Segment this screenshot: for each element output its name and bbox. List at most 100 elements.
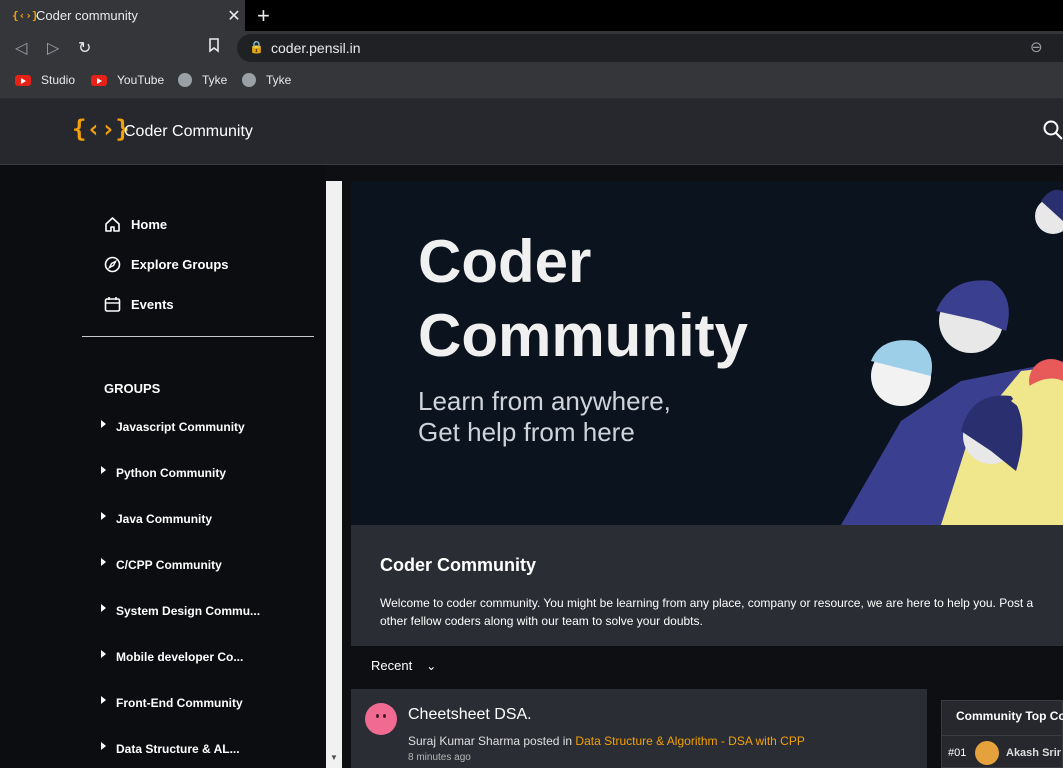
url-text: coder.pensil.in <box>271 40 361 56</box>
caret-right-icon <box>101 512 106 520</box>
bookmark-studio[interactable]: Studio <box>15 73 75 87</box>
youtube-icon <box>91 74 107 86</box>
caret-right-icon <box>101 466 106 474</box>
top-contributors-card: Community Top Co #01 Akash Srir <box>941 700 1063 768</box>
bookmark-icon[interactable] <box>208 38 220 58</box>
logo-icon[interactable]: {‹›} <box>72 115 130 143</box>
bookmark-youtube[interactable]: YouTube <box>91 73 164 87</box>
caret-right-icon <box>101 420 106 428</box>
post-card[interactable]: Cheetsheet DSA. Suraj Kumar Sharma poste… <box>351 689 927 768</box>
reload-icon[interactable]: ↻ <box>78 38 91 58</box>
sidebar-item-events[interactable]: Events <box>104 296 174 313</box>
caret-right-icon <box>101 604 106 612</box>
about-description-line: other fellow coders along with our team … <box>380 614 703 628</box>
bookmark-label: Tyke <box>266 73 292 87</box>
post-author[interactable]: Suraj Kumar Sharma <box>408 734 520 748</box>
address-bar-row: ◁ ▷ ↻ 🔒 coder.pensil.in ⊖ <box>0 31 1063 65</box>
hero-subtitle: Learn from anywhere, Get help from here <box>418 386 671 448</box>
caret-right-icon <box>101 696 106 704</box>
groups-heading: GROUPS <box>104 381 161 396</box>
contributor-name[interactable]: Akash Srir <box>1006 747 1061 759</box>
sort-dropdown[interactable]: Recent ⌄ <box>371 658 436 673</box>
forward-icon[interactable]: ▷ <box>47 38 59 58</box>
group-label: Python Community <box>116 466 226 480</box>
zoom-icon[interactable]: ⊖ <box>1030 38 1043 56</box>
home-icon <box>105 217 120 232</box>
globe-icon <box>178 73 192 87</box>
top-contributors-title: Community Top Co <box>956 709 1063 723</box>
group-label: Data Structure & AL... <box>116 742 240 756</box>
group-label: Javascript Community <box>116 420 245 434</box>
url-input[interactable]: 🔒 coder.pensil.in ⊖ <box>237 34 1063 62</box>
sidebar-item-label: Events <box>131 297 174 312</box>
divider <box>942 735 1063 736</box>
caret-right-icon <box>101 742 106 750</box>
sidebar-item-home[interactable]: Home <box>104 216 167 233</box>
tab-title: Coder community <box>36 8 138 23</box>
about-title: Coder Community <box>380 555 537 575</box>
search-icon[interactable] <box>1042 119 1063 141</box>
contributor-rank: #01 <box>948 747 967 759</box>
favicon: {‹›} <box>12 9 39 22</box>
group-item-data-structure[interactable]: Data Structure & AL... <box>101 742 240 756</box>
group-item-java[interactable]: Java Community <box>101 512 212 526</box>
bookmark-label: YouTube <box>117 73 165 87</box>
sidebar: Home Explore Groups Events GROUPS Javasc… <box>0 165 326 768</box>
group-item-system-design[interactable]: System Design Commu... <box>101 604 260 618</box>
brand-name[interactable]: Coder Community <box>124 123 253 141</box>
hero-subtitle-line: Learn from anywhere, <box>418 386 671 416</box>
people-illustration <box>841 189 1063 525</box>
sidebar-divider <box>82 336 314 337</box>
post-verb: posted in <box>520 734 576 748</box>
new-tab-icon[interactable]: + <box>257 3 270 29</box>
sidebar-item-explore-groups[interactable]: Explore Groups <box>104 256 229 273</box>
caret-right-icon <box>101 558 106 566</box>
close-tab-icon[interactable]: ✕ <box>223 6 245 26</box>
post-group-link[interactable]: Data Structure & Algorithm - DSA with CP… <box>575 734 804 748</box>
bookmark-label: Tyke <box>202 73 228 87</box>
bookmarks-bar: Studio YouTube Tyke Tyke <box>0 65 1063 99</box>
chevron-down-icon: ⌄ <box>426 658 437 673</box>
group-item-javascript[interactable]: Javascript Community <box>101 420 245 434</box>
back-icon[interactable]: ◁ <box>15 38 27 58</box>
main-content: Coder Community Learn from anywhere, Get… <box>342 165 1063 768</box>
post-meta: Suraj Kumar Sharma posted in Data Struct… <box>408 734 805 748</box>
sidebar-item-label: Explore Groups <box>131 257 229 272</box>
hero-banner: Coder Community Learn from anywhere, Get… <box>351 181 1063 525</box>
browser-tab-strip: {‹›} Coder community ✕ + <box>0 0 1063 31</box>
site-header: {‹›} Coder Community <box>0 99 1063 165</box>
hero-title: Coder Community <box>418 225 748 373</box>
sort-label: Recent <box>371 658 413 673</box>
group-item-mobile-developer[interactable]: Mobile developer Co... <box>101 650 243 664</box>
about-description: Welcome to coder community. You might be… <box>380 594 1063 630</box>
group-label: Mobile developer Co... <box>116 650 244 664</box>
sidebar-scrollbar[interactable]: ▼ <box>326 181 342 768</box>
group-item-c-cpp[interactable]: C/CPP Community <box>101 558 222 572</box>
hero-title-line: Community <box>418 302 748 369</box>
group-label: Front-End Community <box>116 696 243 710</box>
caret-right-icon <box>101 650 106 658</box>
calendar-icon <box>104 297 121 312</box>
post-timestamp: 8 minutes ago <box>408 752 471 763</box>
youtube-icon <box>15 74 31 86</box>
scroll-down-icon[interactable]: ▼ <box>330 753 338 762</box>
avatar[interactable] <box>365 703 397 735</box>
group-label: Java Community <box>116 512 213 526</box>
hero-title-line: Coder <box>418 228 592 295</box>
browser-tab[interactable]: {‹›} Coder community ✕ <box>0 0 245 31</box>
bookmark-tyke-2[interactable]: Tyke <box>242 73 291 87</box>
avatar[interactable] <box>975 741 999 765</box>
compass-icon <box>104 256 121 273</box>
post-title[interactable]: Cheetsheet DSA. <box>408 706 532 724</box>
group-item-python[interactable]: Python Community <box>101 466 226 480</box>
hero-subtitle-line: Get help from here <box>418 417 635 447</box>
group-label: C/CPP Community <box>116 558 222 572</box>
bookmark-tyke[interactable]: Tyke <box>178 73 227 87</box>
about-description-line: Welcome to coder community. You might be… <box>380 596 1034 610</box>
sidebar-item-label: Home <box>131 217 168 232</box>
community-about-card: Coder Community Welcome to coder communi… <box>351 525 1063 646</box>
globe-icon <box>242 73 256 87</box>
group-item-front-end[interactable]: Front-End Community <box>101 696 243 710</box>
lock-icon: 🔒 <box>249 40 264 54</box>
bookmark-label: Studio <box>41 73 76 87</box>
